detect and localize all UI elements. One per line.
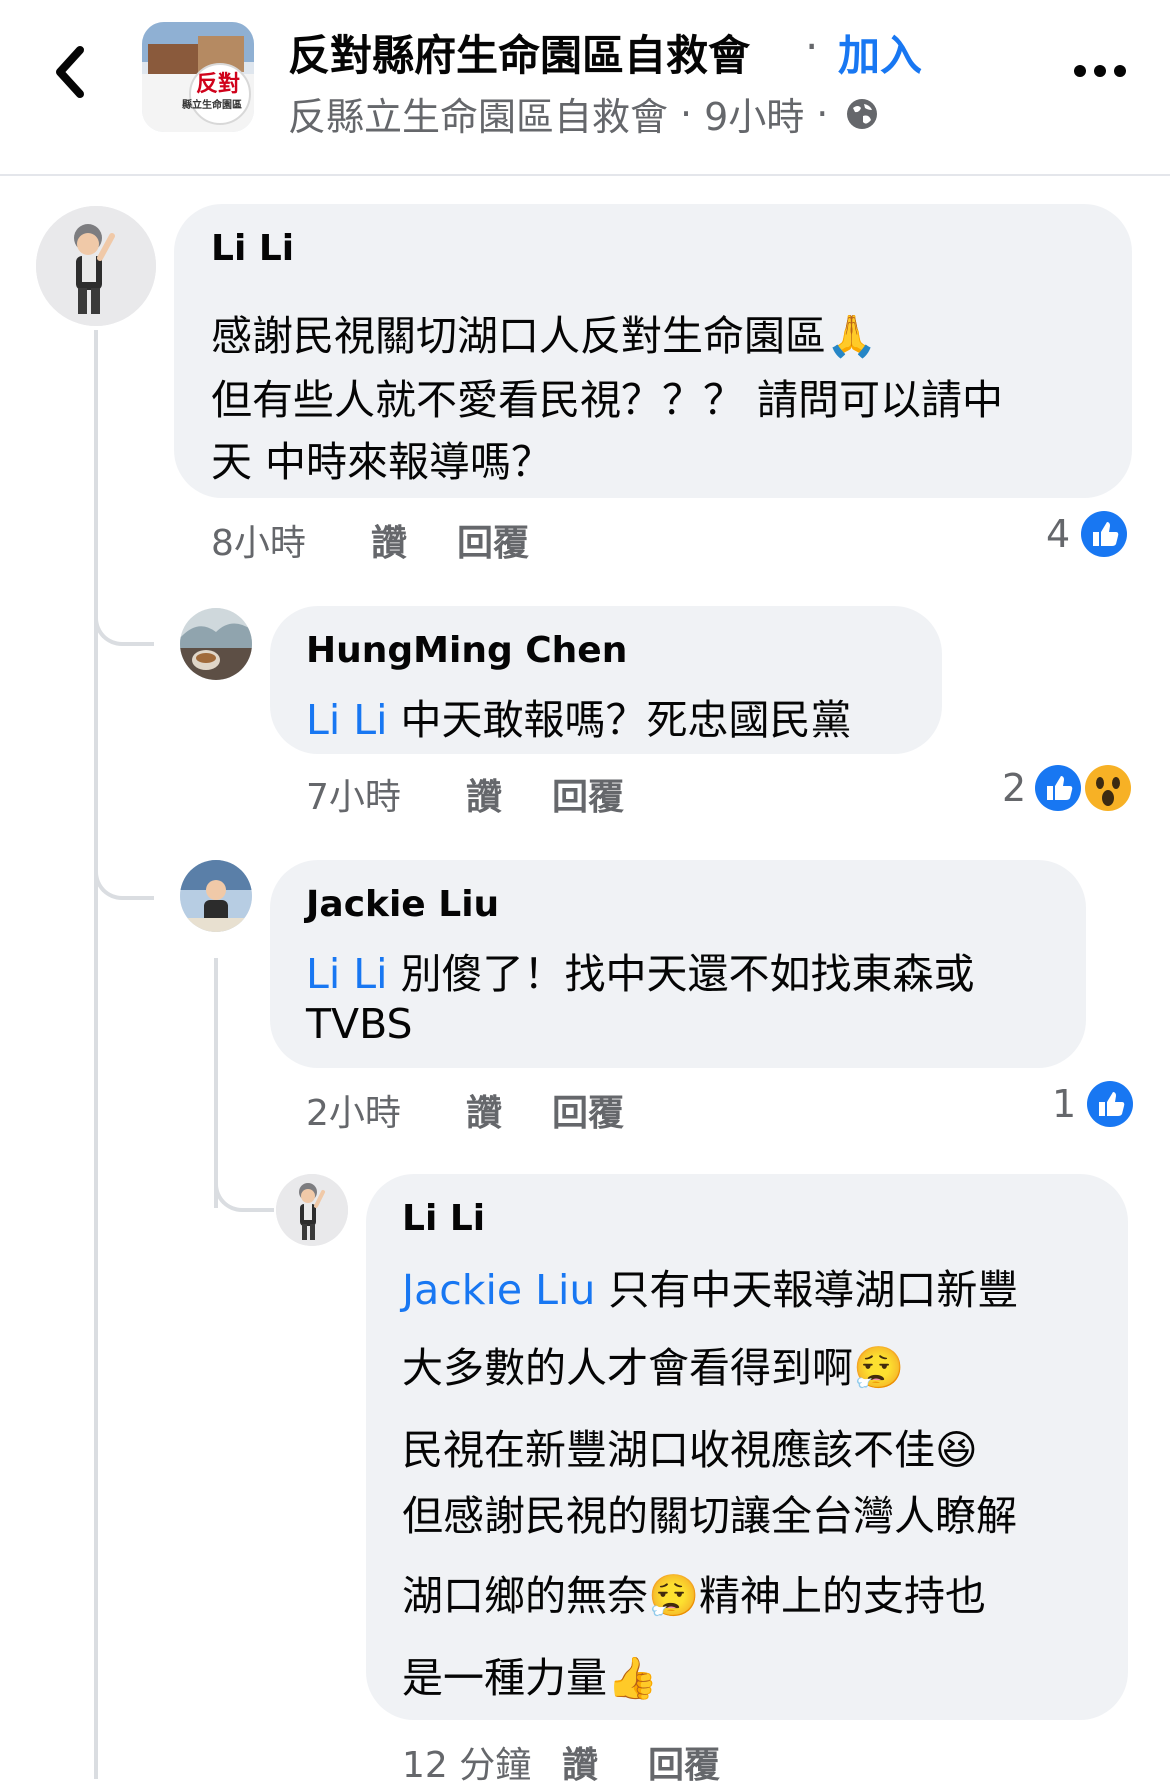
comment-author[interactable]: Li Li	[402, 1198, 485, 1239]
post-time[interactable]: 9小時	[704, 86, 804, 141]
reaction-count: 1	[1052, 1082, 1077, 1126]
like-button[interactable]: 讚	[466, 1084, 502, 1136]
like-button[interactable]: 讚	[466, 768, 502, 820]
globe-icon	[847, 98, 878, 129]
comment-text: Jackie Liu 只有中天報導湖口新豐	[402, 1256, 1018, 1316]
comment-text-line: 但有些人就不愛看民視？？？ 請問可以請中	[211, 376, 1004, 424]
like-reaction-icon	[1087, 1081, 1134, 1127]
mention-link[interactable]: Li Li	[306, 950, 388, 998]
comment-author[interactable]: HungMing Chen	[306, 630, 627, 671]
comment-text-line: 民視在新豐湖口收視應該不佳😆	[402, 1426, 978, 1474]
comment-text-line: 只有中天報導湖口新豐	[595, 1266, 1019, 1314]
reaction-summary[interactable]: 2	[1002, 764, 1132, 812]
like-button[interactable]: 讚	[371, 514, 407, 566]
post-author[interactable]: 反縣立生命園區自救會	[288, 86, 668, 141]
comment-time[interactable]: 8小時	[211, 514, 371, 566]
more-options-button[interactable]	[1072, 56, 1128, 86]
comment-text-line: 湖口鄉的無奈😮‍💨精神上的支持也	[402, 1572, 987, 1620]
join-separator: ·	[805, 22, 819, 71]
like-button[interactable]: 讚	[562, 1736, 598, 1788]
comment-text-line: 別傻了！找中天還不如找東森或	[387, 950, 975, 998]
wow-reaction-icon	[1085, 765, 1132, 811]
comment-actions: 2小時 讚 回覆	[306, 1084, 674, 1136]
comment-author[interactable]: Jackie Liu	[306, 884, 499, 925]
avatar[interactable]	[180, 860, 252, 932]
group-avatar[interactable]: 反對 縣立生命園區	[142, 22, 254, 132]
reaction-count: 4	[1046, 512, 1071, 556]
comment-text-line: 感謝民視關切湖口人反對生命園區🙏	[211, 312, 878, 360]
comment-text-line: 中天敢報嗎？死忠國民黨	[387, 696, 852, 744]
avatar-logo-subtext: 縣立生命園區	[182, 100, 242, 111]
comment-actions: 7小時 讚 回覆	[306, 768, 674, 820]
mention-link[interactable]: Li Li	[306, 696, 388, 744]
comment-time[interactable]: 2小時	[306, 1084, 466, 1136]
comment-actions: 12 分鐘 讚 回覆	[402, 1736, 770, 1788]
more-horizontal-icon	[1074, 65, 1126, 77]
avatar[interactable]	[36, 206, 156, 326]
comment-actions: 8小時 讚 回覆	[211, 514, 579, 566]
avatar-logo-text: 反對	[196, 71, 241, 97]
meta-dot: ·	[816, 91, 829, 136]
comment-text-line: 但感謝民視的關切讓全台灣人瞭解	[402, 1492, 1017, 1540]
thread-connector	[94, 830, 154, 900]
comment-text: Li Li 中天敢報嗎？死忠國民黨	[306, 686, 852, 746]
post-header: 反對 縣立生命園區 反對縣府生命園區自救會 · 加入 反縣立生命園區自救會 · …	[0, 0, 1170, 176]
thread-connector	[94, 590, 154, 646]
comment-text-line: 是一種力量👍	[402, 1654, 659, 1702]
avatar[interactable]	[276, 1174, 348, 1246]
comment-author[interactable]: Li Li	[211, 228, 294, 269]
avatar[interactable]	[180, 608, 252, 680]
thread-line	[94, 330, 98, 1779]
comment-text-line: 天 中時來報導嗎？	[211, 438, 553, 486]
back-button[interactable]	[48, 42, 92, 102]
reaction-count: 2	[1002, 766, 1027, 810]
comment-time[interactable]: 7小時	[306, 768, 466, 820]
comment-text-line: TVBS	[306, 1000, 413, 1048]
mention-link[interactable]: Jackie Liu	[402, 1266, 595, 1314]
comment-time[interactable]: 12 分鐘	[402, 1736, 562, 1788]
meta-dot: ·	[680, 91, 693, 136]
reaction-summary[interactable]: 1	[1052, 1080, 1134, 1128]
like-reaction-icon	[1081, 511, 1128, 557]
group-name[interactable]: 反對縣府生命園區自救會	[288, 22, 750, 83]
reply-button[interactable]: 回覆	[552, 768, 624, 820]
thread-connector	[214, 1160, 274, 1212]
comment-text: Li Li 別傻了！找中天還不如找東森或	[306, 940, 975, 1000]
reply-button[interactable]: 回覆	[457, 514, 529, 566]
chevron-left-icon	[56, 46, 84, 98]
reply-button[interactable]: 回覆	[552, 1084, 624, 1136]
comment-text-line: 大多數的人才會看得到啊😮‍💨	[402, 1344, 905, 1392]
post-meta: 反縣立生命園區自救會 · 9小時 ·	[288, 86, 880, 141]
reply-button[interactable]: 回覆	[648, 1736, 720, 1788]
reaction-summary[interactable]: 4	[1046, 510, 1128, 558]
like-reaction-icon	[1035, 765, 1082, 811]
join-button[interactable]: 加入	[838, 22, 922, 83]
